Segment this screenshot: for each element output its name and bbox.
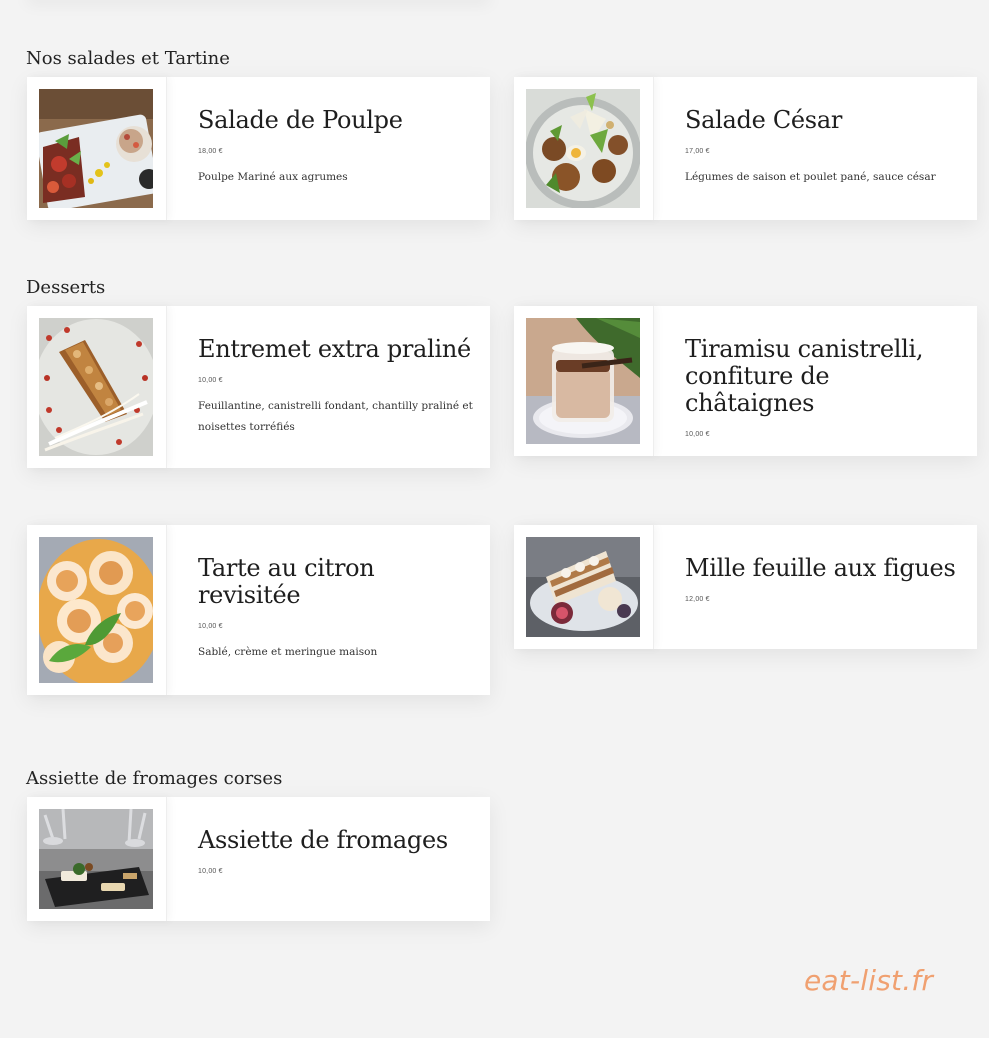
item-info: Assiette de fromages 10,00 €	[198, 826, 476, 876]
item-info: Mille feuille aux figues 12,00 €	[685, 554, 963, 604]
item-description: Poulpe Mariné aux agrumes	[198, 171, 348, 183]
image-column	[514, 525, 654, 649]
item-name: Mille feuille aux figues	[685, 554, 956, 582]
image-column	[27, 525, 167, 695]
item-info: Entremet extra praliné 10,00 € Feuillant…	[198, 336, 476, 438]
praline-entremet-photo	[39, 318, 153, 456]
menu-item-card[interactable]: Tiramisu canistrelli, confiture de châta…	[514, 306, 977, 456]
item-info: Salade César 17,00 € Légumes de saison e…	[685, 107, 963, 188]
caesar-salad-photo	[526, 89, 640, 208]
fig-millefeuille-photo	[526, 537, 640, 637]
item-name: Tarte au citron revisitée	[198, 554, 375, 609]
item-description: Sablé, crème et meringue maison	[198, 646, 378, 658]
tiramisu-photo	[526, 318, 640, 444]
section-title-cheese: Assiette de fromages corses	[26, 768, 283, 789]
item-price: 10,00 €	[198, 868, 223, 875]
item-name: Entremet extra praliné	[198, 335, 471, 363]
lemon-tart-photo	[39, 537, 153, 683]
octopus-salad-photo	[39, 89, 153, 208]
item-info: Tarte au citron revisitée 10,00 € Sablé,…	[198, 555, 476, 663]
menu-item-card[interactable]: Salade de Poulpe 18,00 € Poulpe Mariné a…	[27, 77, 490, 220]
item-price: 17,00 €	[685, 148, 710, 155]
item-name: Salade César	[685, 106, 842, 134]
item-name: Assiette de fromages	[198, 826, 448, 854]
item-price: 18,00 €	[198, 148, 223, 155]
item-info: Tiramisu canistrelli, confiture de châta…	[685, 335, 963, 439]
menu-item-card[interactable]: Tarte au citron revisitée 10,00 € Sablé,…	[27, 525, 490, 695]
image-column	[514, 306, 654, 456]
item-description: Feuillantine, canistrelli fondant, chant…	[198, 400, 473, 433]
cheese-plate-photo	[39, 809, 153, 909]
item-info: Salade de Poulpe 18,00 € Poulpe Mariné a…	[198, 107, 476, 188]
item-price: 10,00 €	[198, 623, 223, 630]
image-column	[27, 797, 167, 921]
image-column	[27, 306, 167, 468]
item-name: Tiramisu canistrelli, confiture de châta…	[685, 335, 924, 417]
image-column	[514, 77, 654, 220]
image-column	[27, 77, 167, 220]
item-price: 12,00 €	[685, 596, 710, 603]
menu-item-card[interactable]: Entremet extra praliné 10,00 € Feuillant…	[27, 306, 490, 468]
menu-item-card[interactable]: Assiette de fromages 10,00 €	[27, 797, 490, 921]
item-price: 10,00 €	[685, 431, 710, 438]
item-price: 10,00 €	[198, 377, 223, 384]
section-title-desserts: Desserts	[26, 277, 106, 298]
menu-item-card[interactable]: Salade César 17,00 € Légumes de saison e…	[514, 77, 977, 220]
item-name: Salade de Poulpe	[198, 106, 403, 134]
menu-item-card[interactable]: Mille feuille aux figues 12,00 €	[514, 525, 977, 649]
section-title-salads: Nos salades et Tartine	[26, 48, 230, 69]
item-description: Légumes de saison et poulet pané, sauce …	[685, 171, 936, 183]
site-watermark: eat-list.fr	[804, 964, 934, 997]
